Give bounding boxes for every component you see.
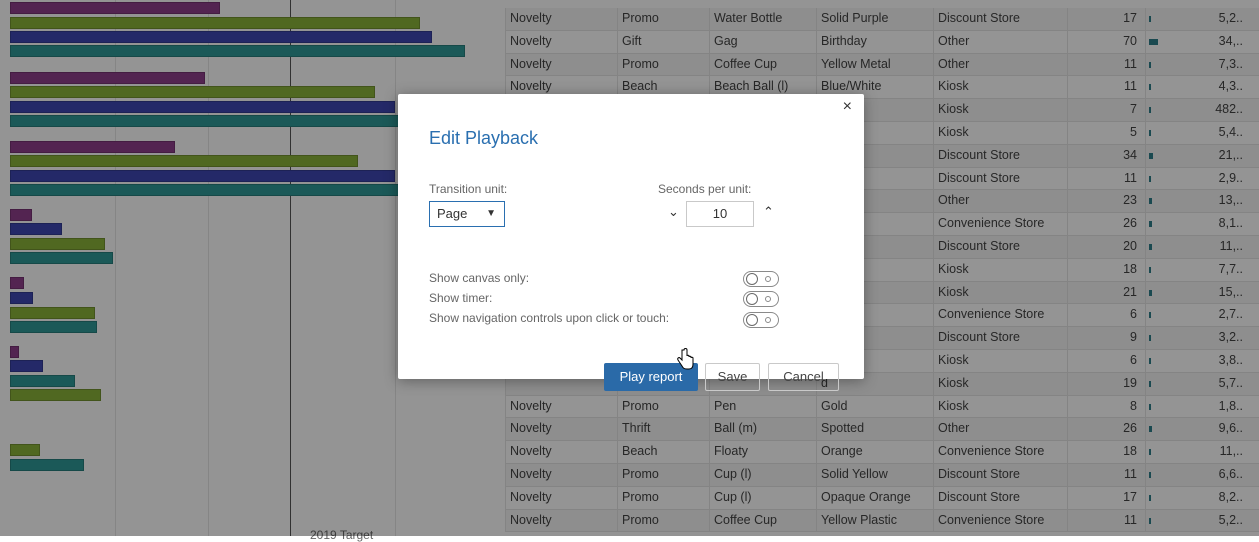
close-icon[interactable]: × bbox=[843, 98, 852, 116]
show-timer-toggle[interactable] bbox=[743, 291, 779, 307]
cancel-button[interactable]: Cancel bbox=[768, 363, 839, 391]
toggle-off-indicator bbox=[765, 296, 771, 302]
hand-cursor-icon bbox=[677, 348, 694, 370]
toggle-off-indicator bbox=[765, 276, 771, 282]
seconds-per-unit-label: Seconds per unit: bbox=[658, 182, 752, 196]
dialog-title: Edit Playback bbox=[429, 128, 539, 148]
navigation-controls-toggle[interactable] bbox=[743, 312, 779, 328]
chevron-up-icon[interactable]: ⌃ bbox=[763, 204, 774, 220]
toggle-knob bbox=[746, 273, 758, 285]
toggle-label: Show navigation controls upon click or t… bbox=[429, 311, 670, 325]
transition-unit-label: Transition unit: bbox=[429, 182, 508, 196]
seconds-per-unit-input[interactable]: 10 bbox=[686, 201, 754, 227]
toggle-label: Show canvas only: bbox=[429, 271, 530, 285]
caret-down-icon: ▼ bbox=[486, 208, 496, 219]
transition-unit-value: Page bbox=[437, 206, 468, 221]
toggle-knob bbox=[746, 314, 758, 326]
toggle-label: Show timer: bbox=[429, 291, 493, 305]
toggle-off-indicator bbox=[765, 317, 771, 323]
toggle-knob bbox=[746, 293, 758, 305]
save-button[interactable]: Save bbox=[705, 363, 760, 391]
transition-unit-select[interactable]: Page ▼ bbox=[429, 201, 505, 227]
canvas-only-toggle[interactable] bbox=[743, 271, 779, 287]
chevron-down-icon[interactable]: ⌄ bbox=[668, 204, 679, 220]
edit-playback-dialog: × Edit Playback Transition unit: Page ▼ … bbox=[398, 94, 864, 391]
